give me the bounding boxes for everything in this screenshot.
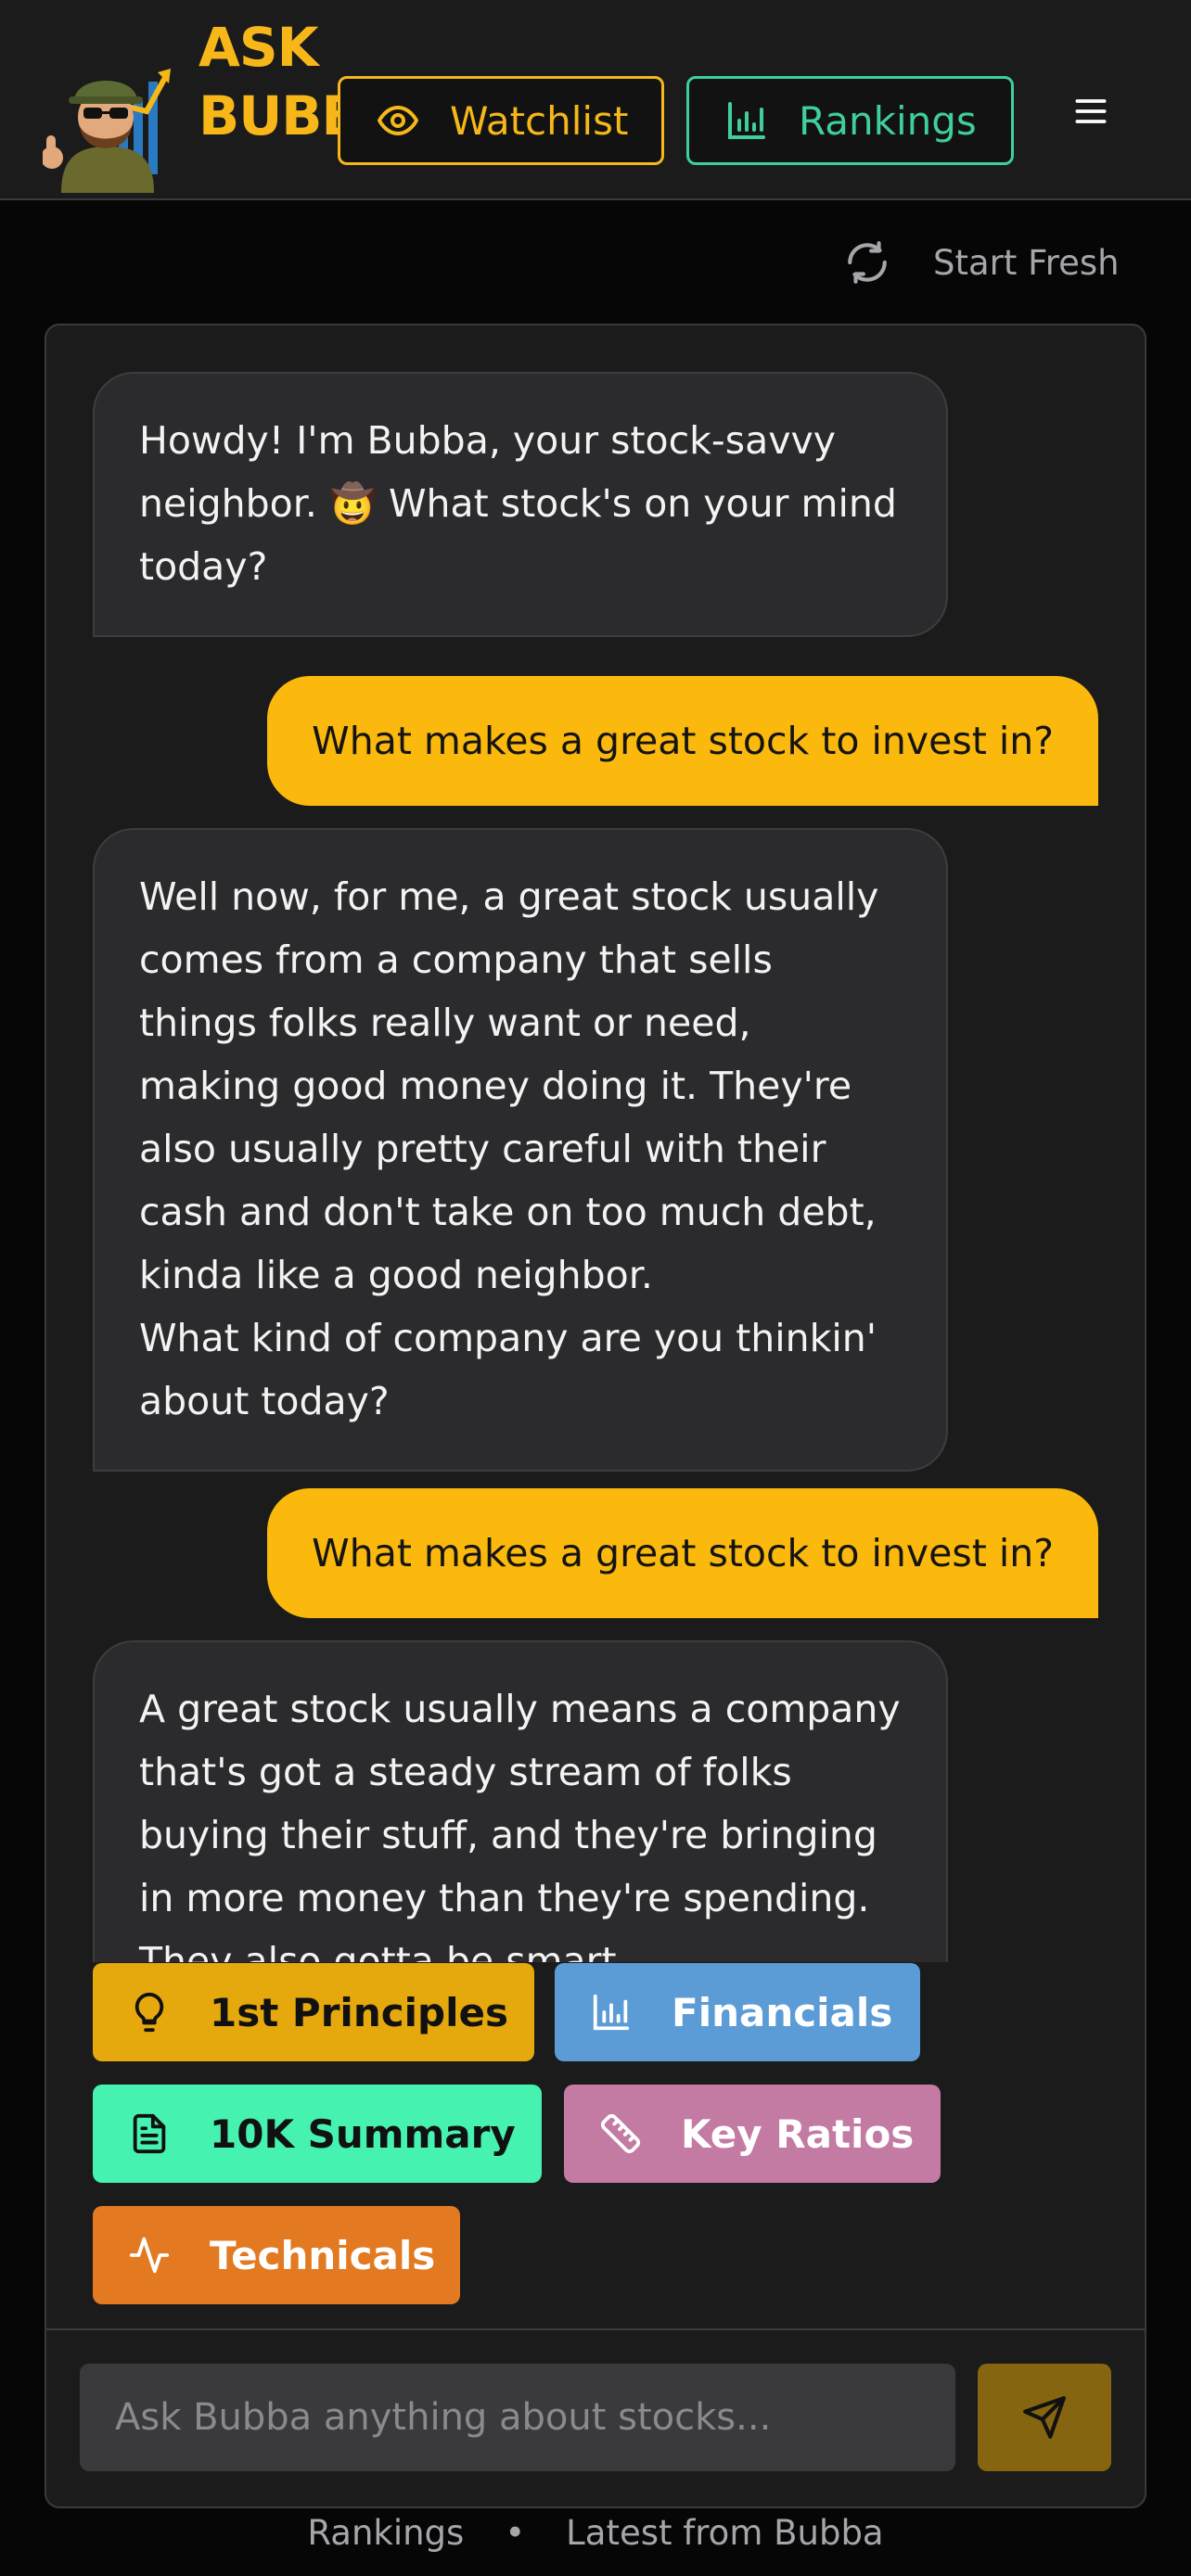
technicals-button[interactable]: Technicals	[93, 2206, 460, 2304]
chat-input[interactable]	[80, 2364, 955, 2471]
refresh-icon[interactable]	[844, 239, 890, 286]
first-principles-label: 1st Principles	[210, 1989, 508, 2035]
chat-messages[interactable]: Howdy! I'm Bubba, your stock-savvy neigh…	[46, 325, 1145, 1962]
first-principles-button[interactable]: 1st Principles	[93, 1963, 534, 2061]
key-ratios-label: Key Ratios	[681, 2111, 915, 2157]
chat-panel: Howdy! I'm Bubba, your stock-savvy neigh…	[45, 324, 1146, 2508]
activity-icon	[129, 2237, 170, 2274]
eye-icon	[378, 106, 418, 135]
technicals-label: Technicals	[210, 2232, 436, 2278]
footer: Rankings • Latest from Bubba	[0, 2513, 1191, 2553]
document-icon	[133, 2113, 166, 2154]
bar-chart-icon	[728, 102, 765, 139]
send-button[interactable]	[978, 2364, 1111, 2471]
bot-message: A great stock usually means a company th…	[93, 1640, 948, 1962]
footer-separator: •	[505, 2513, 526, 2553]
hamburger-menu-icon[interactable]	[1069, 91, 1113, 132]
bot-message: Howdy! I'm Bubba, your stock-savvy neigh…	[93, 372, 948, 637]
10k-summary-label: 10K Summary	[210, 2111, 516, 2157]
bar-chart-icon	[593, 1994, 630, 2031]
lightbulb-icon	[134, 1992, 164, 2033]
user-message: What makes a great stock to invest in?	[267, 676, 1098, 806]
app-header: ASK BUBBA Watchlist Rankings	[0, 0, 1191, 200]
rankings-label: Rankings	[799, 97, 977, 144]
brand-title[interactable]: ASK BUBBA	[198, 13, 403, 150]
brand-line-2: BUBBA	[198, 84, 403, 147]
footer-rankings-link[interactable]: Rankings	[307, 2513, 464, 2553]
composer-divider	[46, 2328, 1145, 2330]
message-text: A great stock usually means a company th…	[139, 1687, 901, 1962]
brand-line-1: ASK	[198, 16, 319, 79]
start-fresh-button[interactable]: Start Fresh	[933, 243, 1120, 283]
financials-label: Financials	[672, 1989, 893, 2035]
message-text: What makes a great stock to invest in?	[312, 1531, 1054, 1575]
message-text: Well now, for me, a great stock usually …	[139, 874, 879, 1297]
message-text: Howdy! I'm Bubba, your stock-savvy neigh…	[139, 418, 897, 589]
send-icon	[1023, 2396, 1066, 2439]
10k-summary-button[interactable]: 10K Summary	[93, 2085, 542, 2183]
ruler-icon	[600, 2113, 641, 2154]
bot-message: Well now, for me, a great stock usually …	[93, 828, 948, 1472]
key-ratios-button[interactable]: Key Ratios	[564, 2085, 941, 2183]
financials-button[interactable]: Financials	[555, 1963, 920, 2061]
rankings-button[interactable]: Rankings	[686, 76, 1014, 165]
message-text: What makes a great stock to invest in?	[312, 719, 1054, 763]
watchlist-button[interactable]: Watchlist	[338, 76, 664, 165]
footer-latest-link[interactable]: Latest from Bubba	[566, 2513, 883, 2553]
user-message: What makes a great stock to invest in?	[267, 1488, 1098, 1618]
watchlist-label: Watchlist	[450, 97, 629, 144]
message-text: What kind of company are you thinkin' ab…	[139, 1316, 877, 1423]
bubba-logo[interactable]	[43, 54, 176, 193]
